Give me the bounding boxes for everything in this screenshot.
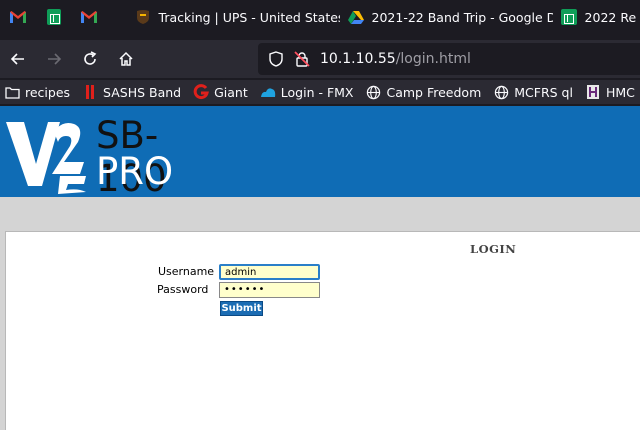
navigation-bar: 10.1.10.55/login.html <box>0 40 640 78</box>
fmx-icon <box>260 84 276 100</box>
bookmark-label: Giant <box>214 84 248 100</box>
bookmark-label: Login - FMX <box>280 84 354 100</box>
google-sheets-icon <box>46 9 61 25</box>
tab-label: 2022 Re <box>584 9 637 25</box>
bookmark-hmc-portal[interactable]: HMC Portal <box>585 84 640 100</box>
tab-label: 2021-22 Band Trip - Google Drive <box>371 9 553 25</box>
giant-icon <box>193 84 210 100</box>
username-label: Username <box>158 265 215 278</box>
tab-band-trip-drive[interactable]: 2021-22 Band Trip - Google Drive <box>340 0 553 34</box>
reload-icon <box>84 51 97 65</box>
bookmark-login-fmx[interactable]: Login - FMX <box>260 84 354 100</box>
arrow-right-icon <box>48 53 62 65</box>
url-host: 10.1.10.55 <box>320 51 396 67</box>
home-button[interactable] <box>108 43 144 75</box>
gmail-icon <box>81 11 98 23</box>
bookmark-recipes[interactable]: recipes <box>4 84 70 100</box>
bookmark-mcfrs-ql[interactable]: MCFRS ql <box>493 84 573 100</box>
folder-icon <box>4 84 20 100</box>
reload-button[interactable] <box>72 43 108 75</box>
password-input[interactable]: •••••• <box>219 282 320 298</box>
bookmark-label: HMC Portal <box>605 84 640 100</box>
header-banner: SB-100 PRO <box>0 106 640 200</box>
bookmark-label: recipes <box>25 84 71 100</box>
login-panel: LOGIN Username admin Password •••••• Sub… <box>5 231 640 430</box>
bookmark-giant[interactable]: Giant <box>193 84 248 100</box>
back-button[interactable] <box>0 43 36 75</box>
insecure-lock-icon[interactable] <box>294 51 310 67</box>
bookmark-camp-freedom[interactable]: Camp Freedom <box>365 84 481 100</box>
v25-logo-icon <box>6 122 86 194</box>
google-drive-icon <box>347 11 364 24</box>
forward-button[interactable] <box>36 43 72 75</box>
tab-ups-tracking[interactable]: Tracking | UPS - United States ✕ <box>127 0 340 34</box>
shield-icon <box>269 51 283 67</box>
hmc-icon <box>585 84 601 100</box>
globe-icon <box>493 84 509 100</box>
pinned-tab-gmail-1[interactable] <box>0 0 36 34</box>
home-icon <box>119 51 133 66</box>
password-label: Password <box>157 283 209 296</box>
logo: SB-100 PRO <box>0 106 225 200</box>
arrow-left-icon <box>10 53 24 65</box>
google-sheets-icon <box>560 9 577 25</box>
tab-2022[interactable]: 2022 Re <box>553 0 640 34</box>
bookmark-label: Camp Freedom <box>386 84 482 100</box>
logo-subtitle: PRO <box>96 150 174 193</box>
bookmark-label: SASHS Band <box>103 84 182 100</box>
bookmark-sashs-band[interactable]: SASHS Band <box>82 84 181 100</box>
ups-icon <box>136 10 149 24</box>
username-input[interactable]: admin <box>219 264 320 280</box>
gmail-icon <box>9 11 26 23</box>
bookmark-label: MCFRS ql <box>514 84 573 100</box>
address-bar[interactable]: 10.1.10.55/login.html <box>258 43 640 75</box>
submit-button[interactable]: Submit <box>220 301 263 316</box>
band-icon <box>82 84 98 100</box>
tab-label: Tracking | UPS - United States <box>158 9 340 25</box>
page-title: LOGIN <box>470 242 517 256</box>
pinned-tab-gmail-2[interactable] <box>71 0 107 34</box>
url-path: /login.html <box>395 51 471 67</box>
globe-icon <box>365 84 381 100</box>
tab-strip: Tracking | UPS - United States ✕ 2021-22… <box>0 0 640 34</box>
pinned-tab-sheets[interactable] <box>36 0 72 34</box>
page-viewport: SB-100 PRO LOGIN Username admin Password… <box>0 106 640 430</box>
bookmarks-toolbar: recipes SASHS Band Giant Login - FMX Cam… <box>0 80 640 104</box>
